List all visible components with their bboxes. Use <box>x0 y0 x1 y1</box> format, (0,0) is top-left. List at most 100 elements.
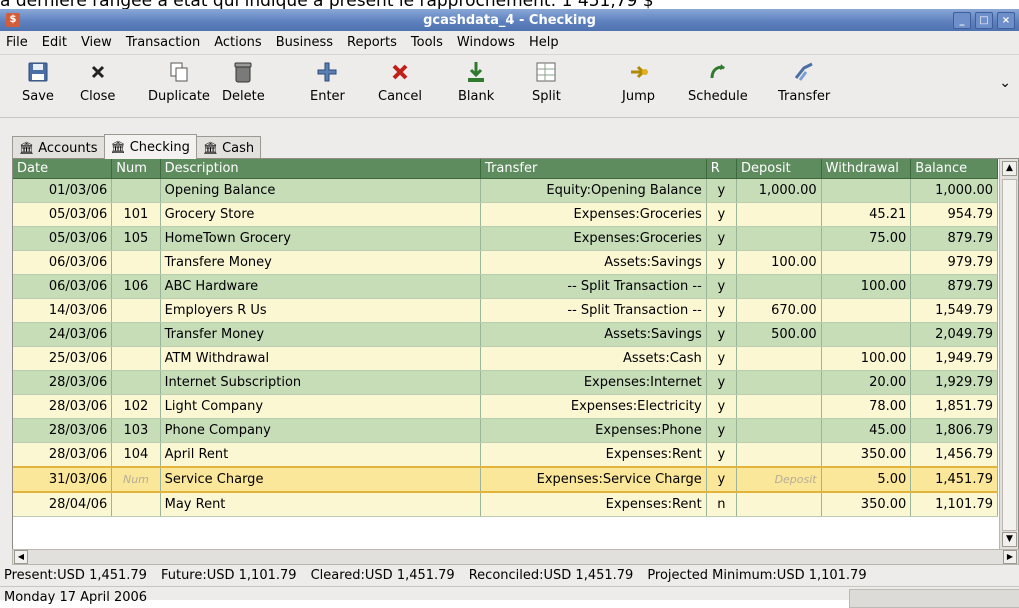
split-button[interactable]: Split <box>532 59 561 113</box>
row-date[interactable]: 14/03/06 <box>13 298 113 323</box>
row-balance[interactable]: 954.79 <box>910 202 998 227</box>
row-balance[interactable]: 1,456.79 <box>910 442 998 468</box>
row-deposit[interactable] <box>736 346 822 371</box>
row-reconcile-flag[interactable]: y <box>706 178 737 203</box>
column-header-transfer[interactable]: Transfer <box>480 159 707 179</box>
row-withdrawal[interactable]: 78.00 <box>821 394 912 419</box>
row-balance[interactable]: 879.79 <box>910 226 998 251</box>
row-reconcile-flag[interactable]: y <box>706 274 737 299</box>
row-balance[interactable]: 1,549.79 <box>910 298 998 323</box>
tab-cash[interactable]: 🏛 Cash <box>195 136 262 159</box>
row-date[interactable]: 06/03/06 <box>13 250 113 275</box>
cancel-button[interactable]: Cancel <box>378 59 422 113</box>
row-deposit[interactable] <box>736 202 822 227</box>
row-description[interactable]: ATM Withdrawal <box>160 346 482 371</box>
row-deposit[interactable] <box>736 274 822 299</box>
table-row-selected[interactable]: 31/03/06 Num Service Charge Expenses:Servic… <box>13 466 998 493</box>
row-reconcile-flag[interactable]: y <box>706 346 737 371</box>
row-deposit[interactable]: 100.00 <box>736 250 822 275</box>
row-description[interactable]: Employers R Us <box>160 298 482 323</box>
row-deposit[interactable] <box>736 418 822 443</box>
table-row[interactable]: 25/03/06 ATM Withdrawal Assets:Cash y 100.00… <box>13 346 998 371</box>
menu-file[interactable]: File <box>6 35 28 50</box>
column-header-withdrawal[interactable]: Withdrawal <box>821 159 912 179</box>
table-row[interactable]: 28/03/06 104 April Rent Expenses:Rent y 350.0… <box>13 442 998 468</box>
row-num[interactable] <box>111 178 161 203</box>
menu-transaction[interactable]: Transaction <box>126 35 200 50</box>
table-row[interactable]: 28/03/06 103 Phone Company Expenses:Phone y 4… <box>13 418 998 443</box>
enter-button[interactable]: Enter <box>310 59 345 113</box>
row-num[interactable]: 103 <box>111 418 161 443</box>
row-reconcile-flag[interactable]: y <box>706 418 737 443</box>
row-withdrawal[interactable] <box>821 178 912 203</box>
row-balance[interactable]: 2,049.79 <box>910 322 998 347</box>
row-balance[interactable]: 1,949.79 <box>910 346 998 371</box>
row-description[interactable]: Transfere Money <box>160 250 482 275</box>
row-date[interactable]: 24/03/06 <box>13 322 113 347</box>
row-description[interactable]: HomeTown Grocery <box>160 226 482 251</box>
row-balance[interactable]: 1,101.79 <box>910 492 998 517</box>
row-transfer[interactable]: Expenses:Groceries <box>480 226 707 251</box>
menu-business[interactable]: Business <box>276 35 333 50</box>
row-reconcile-flag[interactable]: y <box>706 298 737 323</box>
row-transfer[interactable]: -- Split Transaction -- <box>480 274 707 299</box>
row-transfer[interactable]: Equity:Opening Balance <box>480 178 707 203</box>
menu-view[interactable]: View <box>81 35 112 50</box>
row-num[interactable] <box>111 250 161 275</box>
table-row[interactable]: 06/03/06 106 ABC Hardware -- Split Transact… <box>13 274 998 299</box>
row-withdrawal[interactable]: 75.00 <box>821 226 912 251</box>
row-deposit[interactable] <box>736 442 822 468</box>
scrollbar-thumb[interactable] <box>1002 179 1017 531</box>
tab-accounts[interactable]: 🏛 Accounts <box>12 136 105 159</box>
row-num[interactable] <box>111 322 161 347</box>
row-date[interactable]: 01/03/06 <box>13 178 113 203</box>
row-withdrawal[interactable] <box>821 298 912 323</box>
row-transfer[interactable]: Expenses:Electricity <box>480 394 707 419</box>
row-reconcile-flag[interactable]: y <box>706 370 737 395</box>
close-window-button[interactable]: × <box>997 12 1015 29</box>
column-header-num[interactable]: Num <box>111 159 161 179</box>
table-row[interactable]: 24/03/06 Transfer Money Assets:Savings y 500… <box>13 322 998 347</box>
row-date[interactable]: 06/03/06 <box>13 274 113 299</box>
table-row[interactable]: 06/03/06 Transfere Money Assets:Savings y 10… <box>13 250 998 275</box>
row-reconcile-flag[interactable]: y <box>706 466 737 493</box>
row-date[interactable]: 28/04/06 <box>13 492 113 517</box>
row-description[interactable]: May Rent <box>160 492 482 517</box>
row-transfer[interactable]: Assets:Savings <box>480 322 707 347</box>
row-transfer[interactable]: Expenses:Internet <box>480 370 707 395</box>
jump-button[interactable]: Jump <box>622 59 655 113</box>
menu-edit[interactable]: Edit <box>42 35 67 50</box>
row-date[interactable]: 28/03/06 <box>13 394 113 419</box>
minimize-button[interactable]: _ <box>953 12 971 29</box>
row-balance[interactable]: 979.79 <box>910 250 998 275</box>
row-num[interactable]: 105 <box>111 226 161 251</box>
table-row[interactable]: 28/04/06 May Rent Expenses:Rent n 350.00 1,10… <box>13 492 998 517</box>
row-description[interactable]: Transfer Money <box>160 322 482 347</box>
row-date[interactable]: 05/03/06 <box>13 226 113 251</box>
row-reconcile-flag[interactable]: y <box>706 250 737 275</box>
table-row[interactable]: 05/03/06 101 Grocery Store Expenses:Groceri… <box>13 202 998 227</box>
row-deposit[interactable]: 500.00 <box>736 322 822 347</box>
row-transfer[interactable]: Expenses:Service Charge <box>480 466 707 493</box>
save-button[interactable]: Save <box>22 59 54 113</box>
row-date[interactable]: 28/03/06 <box>13 418 113 443</box>
row-date[interactable]: 28/03/06 <box>13 370 113 395</box>
row-num[interactable] <box>111 298 161 323</box>
row-reconcile-flag[interactable]: y <box>706 394 737 419</box>
row-description[interactable]: Phone Company <box>160 418 482 443</box>
table-row[interactable]: 14/03/06 Employers R Us -- Split Transacti… <box>13 298 998 323</box>
row-reconcile-flag[interactable]: y <box>706 322 737 347</box>
row-withdrawal[interactable]: 100.00 <box>821 346 912 371</box>
scroll-down-arrow-icon[interactable]: ▼ <box>1002 532 1017 547</box>
menu-windows[interactable]: Windows <box>457 35 515 50</box>
row-date[interactable]: 28/03/06 <box>13 442 113 468</box>
table-row[interactable]: 28/03/06 Internet Subscription Expenses:In… <box>13 370 998 395</box>
row-deposit[interactable] <box>736 370 822 395</box>
row-num[interactable] <box>111 370 161 395</box>
row-description[interactable]: Grocery Store <box>160 202 482 227</box>
row-withdrawal[interactable] <box>821 250 912 275</box>
row-description[interactable]: ABC Hardware <box>160 274 482 299</box>
scroll-left-arrow-icon[interactable]: ◀ <box>14 550 28 564</box>
row-withdrawal[interactable]: 100.00 <box>821 274 912 299</box>
menu-tools[interactable]: Tools <box>411 35 443 50</box>
